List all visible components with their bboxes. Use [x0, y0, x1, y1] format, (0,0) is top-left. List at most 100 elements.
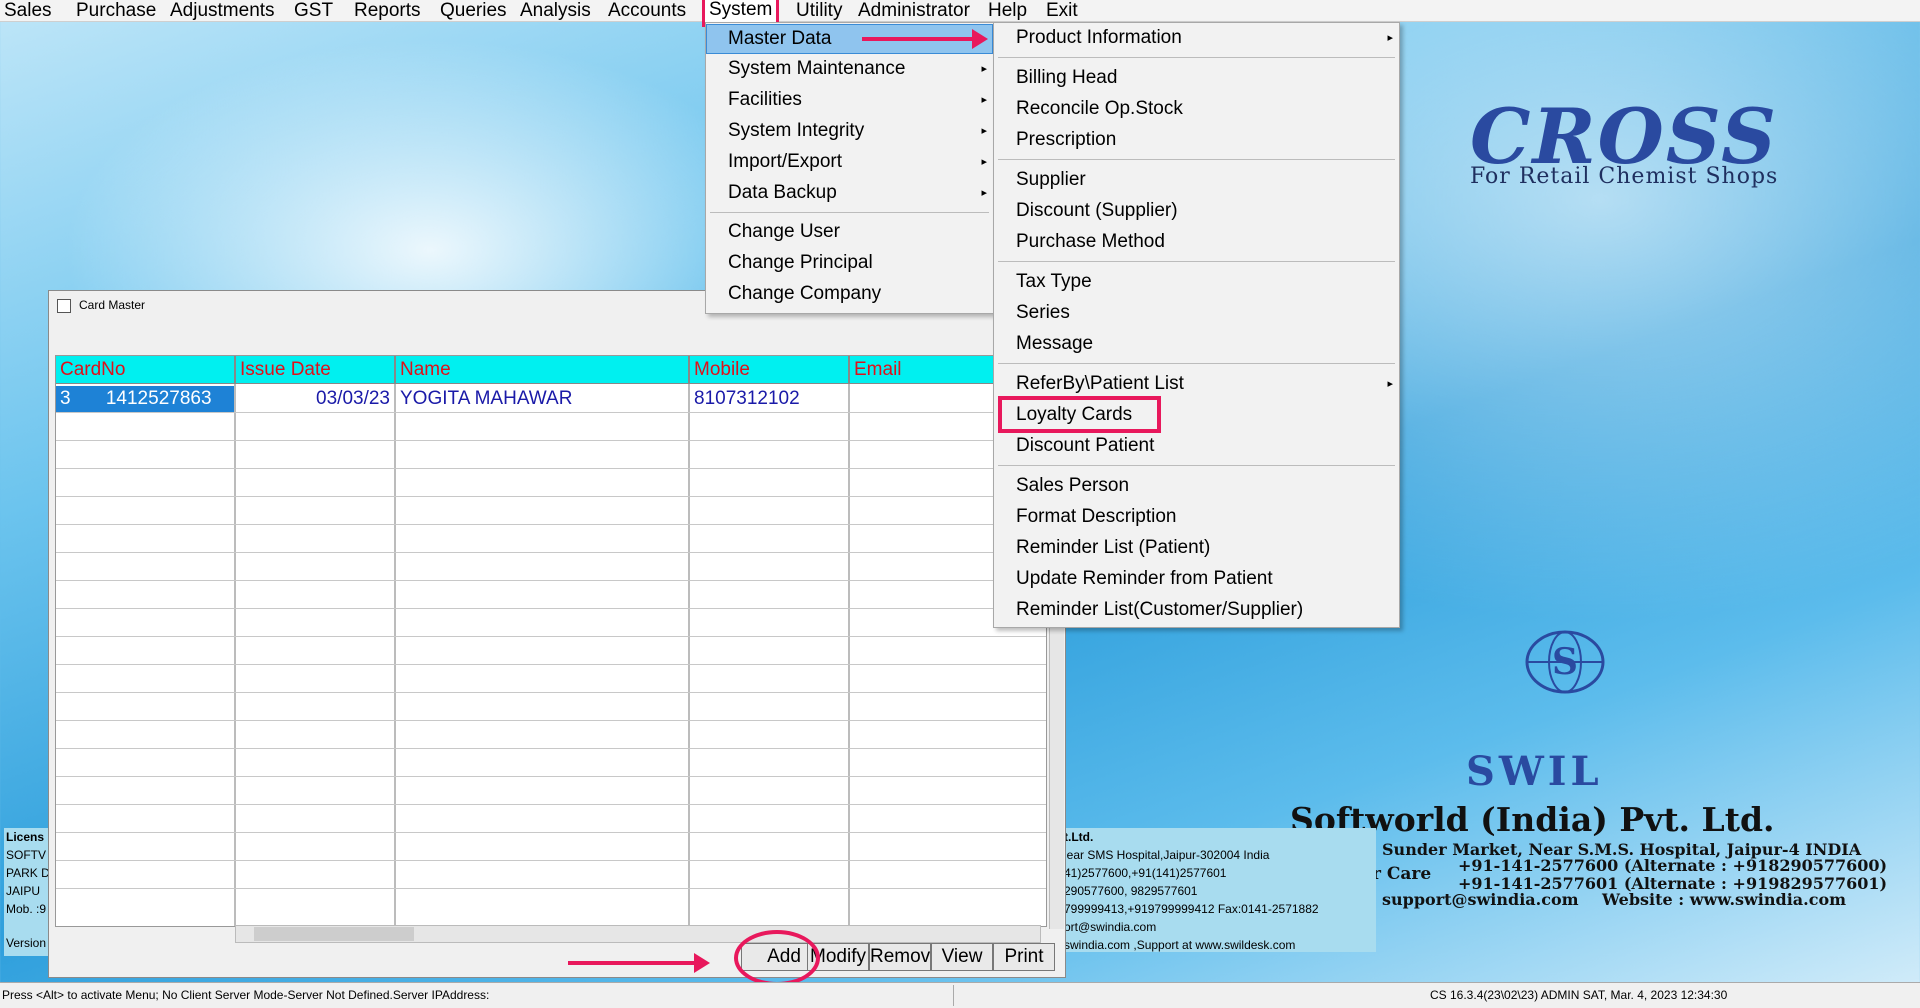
menu-item-facilities[interactable]: Facilities ▸	[706, 86, 993, 114]
license-line: SOFTV	[6, 848, 47, 862]
menu-purchase[interactable]: Purchase	[72, 0, 160, 21]
menu-item-label: System Integrity	[728, 120, 865, 141]
submenu-arrow-icon: ▸	[981, 94, 987, 106]
grid-row-line	[56, 468, 1046, 469]
menu-item-series[interactable]: Series	[994, 299, 1399, 327]
menu-item-data-backup[interactable]: Data Backup ▸	[706, 179, 993, 207]
row-cardno-cell[interactable]: 3 1412527863	[56, 386, 234, 412]
row-name[interactable]: YOGITA MAHAWAR	[396, 386, 688, 412]
menu-sales[interactable]: Sales	[0, 0, 56, 21]
company-info-panel: t.Ltd. lear SMS Hospital,Jaipur-302004 I…	[1064, 828, 1376, 952]
menu-item-label: Reminder List(Customer/Supplier)	[1016, 599, 1304, 620]
menu-utility[interactable]: Utility	[792, 0, 846, 21]
horizontal-scrollbar[interactable]	[235, 925, 1041, 943]
license-line: Licens	[6, 830, 45, 844]
swil-globe-logo: S	[1525, 630, 1605, 694]
menu-help[interactable]: Help	[984, 0, 1031, 21]
license-info-panel: Licens SOFTV PARK D JAIPU Mob. :9 Versio…	[4, 828, 48, 956]
license-line: Mob. :9	[6, 902, 47, 916]
grid-row-line	[56, 664, 1046, 665]
status-divider	[953, 985, 954, 1006]
row-serial: 3	[60, 388, 71, 409]
menu-item-label: Format Description	[1016, 506, 1177, 527]
menu-item-system-maintenance[interactable]: System Maintenance ▸	[706, 55, 993, 83]
brand-subtitle: For Retail Chemist Shops	[1470, 164, 1779, 189]
menu-item-referby-patient-list[interactable]: ReferBy\Patient List ▸	[994, 370, 1399, 398]
menu-queries[interactable]: Queries	[436, 0, 511, 21]
menu-separator	[998, 363, 1395, 364]
grid-row-line	[56, 860, 1046, 861]
grid-row-line	[56, 524, 1046, 525]
company-info-line: lear SMS Hospital,Jaipur-302004 India	[1064, 848, 1270, 862]
menu-item-label: Tax Type	[1016, 271, 1092, 292]
menu-item-product-information[interactable]: Product Information ▸	[994, 24, 1399, 52]
menu-item-sales-person[interactable]: Sales Person	[994, 472, 1399, 500]
window-icon	[57, 299, 71, 313]
menu-item-message[interactable]: Message	[994, 330, 1399, 358]
status-info: CS 16.3.4(23\02\23) ADMIN SAT, Mar. 4, 2…	[1430, 988, 1728, 1002]
company-email: support@swindia.com	[1382, 890, 1579, 909]
menu-reports[interactable]: Reports	[350, 0, 425, 21]
menu-item-discount-supplier[interactable]: Discount (Supplier)	[994, 197, 1399, 225]
master-data-submenu: Product Information ▸ Billing Head Reconc…	[993, 22, 1400, 628]
menu-item-label: Update Reminder from Patient	[1016, 568, 1273, 589]
menu-item-prescription[interactable]: Prescription	[994, 126, 1399, 154]
menu-separator	[710, 212, 989, 213]
menu-item-reminder-list-customer[interactable]: Reminder List(Customer/Supplier)	[994, 596, 1399, 624]
annotation-circle-add	[734, 930, 820, 986]
menu-item-format-description[interactable]: Format Description	[994, 503, 1399, 531]
menu-item-supplier[interactable]: Supplier	[994, 166, 1399, 194]
menu-item-update-reminder[interactable]: Update Reminder from Patient	[994, 565, 1399, 593]
menu-analysis[interactable]: Analysis	[516, 0, 595, 21]
menu-item-reconcile-op-stock[interactable]: Reconcile Op.Stock	[994, 95, 1399, 123]
menu-item-change-company[interactable]: Change Company	[706, 280, 993, 308]
menu-gst[interactable]: GST	[290, 0, 337, 21]
menu-item-change-principal[interactable]: Change Principal	[706, 249, 993, 277]
col-header-issue-date[interactable]: Issue Date	[236, 356, 396, 384]
view-button[interactable]: View	[931, 943, 993, 971]
menu-adjustments[interactable]: Adjustments	[166, 0, 279, 21]
menu-administrator[interactable]: Administrator	[854, 0, 974, 21]
menu-item-change-user[interactable]: Change User	[706, 218, 993, 246]
menu-item-import-export[interactable]: Import/Export ▸	[706, 148, 993, 176]
grid-divider	[688, 384, 690, 926]
grid-row-line	[56, 832, 1046, 833]
col-header-cardno[interactable]: CardNo	[56, 356, 236, 384]
menu-item-billing-head[interactable]: Billing Head	[994, 64, 1399, 92]
annotation-arrow-master-data	[862, 29, 988, 49]
menu-item-label: Billing Head	[1016, 67, 1118, 88]
horizontal-scroll-thumb[interactable]	[254, 927, 414, 941]
submenu-arrow-icon: ▸	[981, 125, 987, 137]
menu-item-system-integrity[interactable]: System Integrity ▸	[706, 117, 993, 145]
grid-divider	[848, 384, 850, 926]
menu-separator	[998, 57, 1395, 58]
menu-item-label: Supplier	[1016, 169, 1086, 190]
company-info-line: swindia.com ,Support at www.swildesk.com	[1064, 938, 1296, 952]
grid-row-line	[56, 720, 1046, 721]
row-issue-date[interactable]: 03/03/23	[236, 386, 394, 412]
menu-item-discount-patient[interactable]: Discount Patient	[994, 432, 1399, 460]
submenu-arrow-icon: ▸	[981, 187, 987, 199]
customer-care-label: r Care	[1372, 864, 1432, 884]
card-grid[interactable]: CardNo Issue Date Name Mobile Email 3 14…	[55, 355, 1047, 927]
menu-item-purchase-method[interactable]: Purchase Method	[994, 228, 1399, 256]
menu-item-label: Change Company	[728, 283, 882, 304]
menu-item-tax-type[interactable]: Tax Type	[994, 268, 1399, 296]
submenu-arrow-icon: ▸	[1387, 378, 1393, 390]
grid-row-line	[56, 636, 1046, 637]
company-phone-1: +91-141-2577600 (Alternate : +9182905776…	[1458, 856, 1888, 875]
company-info-line: ort@swindia.com	[1064, 920, 1157, 934]
print-button[interactable]: Print	[993, 943, 1055, 971]
status-bar: Press <Alt> to activate Menu; No Client …	[0, 982, 1920, 1008]
grid-row-line	[56, 496, 1046, 497]
menu-item-reminder-list-patient[interactable]: Reminder List (Patient)	[994, 534, 1399, 562]
grid-row-line	[56, 608, 1046, 609]
menu-item-label: Change Principal	[728, 252, 873, 273]
menu-accounts[interactable]: Accounts	[604, 0, 690, 21]
col-header-name[interactable]: Name	[396, 356, 690, 384]
remove-button[interactable]: Remove	[869, 943, 931, 971]
col-header-mobile[interactable]: Mobile	[690, 356, 850, 384]
card-master-title: Card Master	[79, 298, 146, 312]
row-mobile[interactable]: 8107312102	[690, 386, 848, 412]
menu-exit[interactable]: Exit	[1042, 0, 1082, 21]
